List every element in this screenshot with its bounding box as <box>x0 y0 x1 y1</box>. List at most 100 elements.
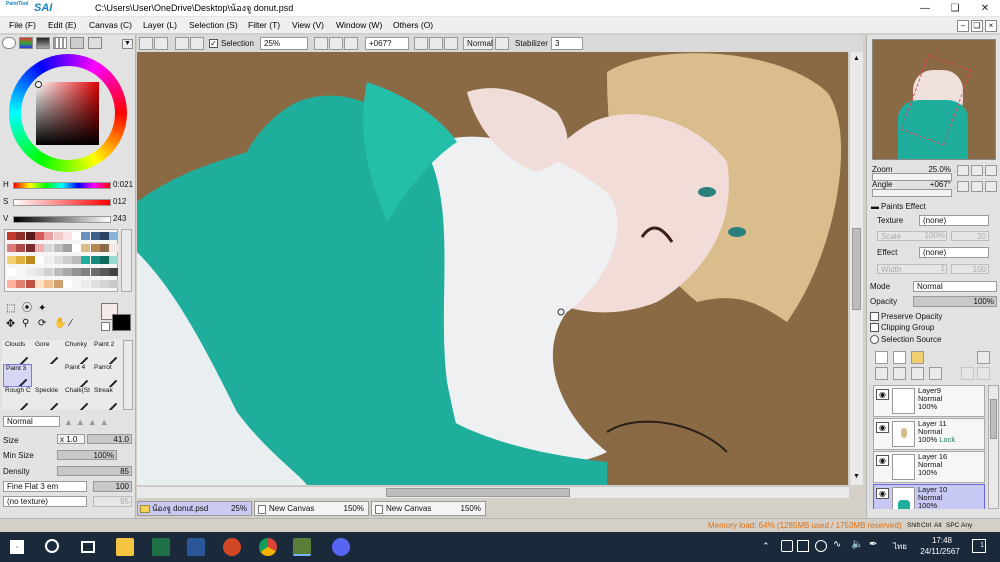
visibility-eye-icon[interactable]: ◉ <box>876 488 889 499</box>
menu-window[interactable]: Window (W) <box>336 19 382 32</box>
zoom-field[interactable]: 25% <box>260 37 308 50</box>
color-swatch[interactable] <box>25 268 35 276</box>
tray-app-icon[interactable] <box>781 540 793 552</box>
flip-icon[interactable] <box>495 37 509 50</box>
color-swatch[interactable] <box>109 268 119 276</box>
merge-down-icon[interactable] <box>893 367 906 380</box>
close-icon[interactable]: ✕ <box>970 0 1000 17</box>
delete-mask-icon[interactable] <box>977 367 990 380</box>
color-swatch[interactable] <box>62 280 72 288</box>
visibility-eye-icon[interactable]: ◉ <box>876 422 889 433</box>
color-panel-menu-icon[interactable]: ▼ <box>122 39 133 49</box>
excel-icon[interactable] <box>152 538 170 556</box>
color-swatch[interactable] <box>53 244 63 252</box>
blend-mode-select[interactable]: Normal <box>3 416 60 427</box>
selection-source-radio[interactable] <box>870 335 879 344</box>
saturation-slider[interactable] <box>13 199 111 206</box>
task-view-icon[interactable] <box>81 541 95 553</box>
texture-select[interactable]: (none) <box>919 215 989 226</box>
color-swatch[interactable] <box>90 256 100 264</box>
hsv-slider-tab-icon[interactable] <box>36 37 50 49</box>
background-color[interactable] <box>112 314 131 331</box>
powerpoint-icon[interactable] <box>223 538 241 556</box>
painttool-sai-icon[interactable] <box>293 538 311 556</box>
preserve-opacity-checkbox[interactable] <box>870 312 879 321</box>
clock-date[interactable]: 24/11/2567 <box>917 547 963 557</box>
layer-panel-menu-icon[interactable] <box>977 351 990 364</box>
rotate-tool-icon[interactable]: ⟳ <box>38 319 46 329</box>
color-swatch[interactable] <box>81 256 91 264</box>
color-swatch[interactable] <box>90 232 100 240</box>
zoom-tool-icon[interactable]: ⚲ <box>22 319 29 329</box>
color-swatch[interactable] <box>7 280 16 288</box>
layer-mode-select[interactable]: Normal <box>913 281 997 292</box>
color-swatch[interactable] <box>34 244 44 252</box>
color-swatch[interactable] <box>7 268 16 276</box>
redo-icon[interactable] <box>154 37 168 50</box>
swatch-grid[interactable] <box>4 229 119 292</box>
angle-field[interactable]: +067? <box>365 37 409 50</box>
saturation-value-square[interactable] <box>36 82 99 145</box>
color-swatch[interactable] <box>44 244 54 252</box>
selection-checkbox[interactable]: ✓ <box>209 39 218 48</box>
brush-shape-strength[interactable]: 100 <box>93 481 132 492</box>
color-swatch[interactable] <box>72 244 82 252</box>
layer-opacity-slider[interactable]: 100% <box>913 296 997 307</box>
file-tab[interactable]: New Canvas 150% <box>254 501 369 516</box>
color-swatch[interactable] <box>44 280 54 288</box>
color-swatch[interactable] <box>109 256 119 264</box>
zoom-reset-icon[interactable] <box>344 37 358 50</box>
file-tab-active[interactable]: น้องจู donut.psd 25% <box>137 501 252 516</box>
color-swatch[interactable] <box>90 280 100 288</box>
nav-rotate-right-icon[interactable] <box>971 181 983 192</box>
menu-view[interactable]: View (V) <box>292 19 324 32</box>
brush-slot[interactable]: Chunky <box>63 341 92 364</box>
color-wheel-tab-icon[interactable] <box>2 37 16 49</box>
discord-icon[interactable] <box>332 538 350 556</box>
navigator-preview[interactable] <box>872 39 996 160</box>
stabilizer-select[interactable]: 3 <box>551 37 583 50</box>
color-swatch[interactable] <box>81 232 91 240</box>
nav-angle-slider[interactable] <box>872 189 952 197</box>
file-tab[interactable]: New Canvas 150% <box>371 501 486 516</box>
color-swatch[interactable] <box>100 268 109 276</box>
color-swatch[interactable] <box>34 232 44 240</box>
color-swatch[interactable] <box>109 244 119 252</box>
size-slider[interactable]: 41.0 <box>87 434 132 444</box>
color-swatch[interactable] <box>7 244 16 252</box>
swatch-scrollbar[interactable] <box>121 229 132 292</box>
brush-texture-strength[interactable]: 95 <box>93 496 132 507</box>
brush-slot[interactable]: Speckle <box>33 387 62 410</box>
min-size-slider[interactable]: 100% <box>57 450 117 460</box>
menu-others[interactable]: Others (O) <box>393 19 433 32</box>
color-swatch[interactable] <box>25 256 35 264</box>
mdi-restore-icon[interactable]: ❏ <box>971 20 983 32</box>
color-swatch[interactable] <box>16 268 26 276</box>
brush-shape-select[interactable]: Fine Flat 3 em <box>3 481 87 492</box>
visibility-eye-icon[interactable]: ◉ <box>876 389 889 400</box>
color-swatch[interactable] <box>90 244 100 252</box>
effect-select[interactable]: (none) <box>919 247 989 258</box>
color-swatch[interactable] <box>62 256 72 264</box>
file-explorer-icon[interactable] <box>116 538 134 556</box>
color-swatch[interactable] <box>16 280 26 288</box>
nav-zoom-in-icon[interactable] <box>971 165 983 176</box>
input-language[interactable]: ไทย <box>893 542 907 552</box>
brush-slot[interactable]: Paint 2 <box>92 341 121 364</box>
menu-layer[interactable]: Layer (L) <box>143 19 177 32</box>
new-linework-layer-icon[interactable] <box>893 351 906 364</box>
move-icon[interactable]: ✥ <box>6 319 15 330</box>
wifi-icon[interactable]: ∿ <box>833 539 841 550</box>
horizontal-scrollbar[interactable] <box>137 486 849 498</box>
brush-tip-shapes[interactable]: ▲▲▲▲ <box>64 417 132 427</box>
zoom-out-icon[interactable] <box>314 37 328 50</box>
menu-file[interactable]: File (F) <box>9 19 36 32</box>
nav-rotate-reset-icon[interactable] <box>985 181 997 192</box>
color-swatch[interactable] <box>34 268 44 276</box>
pen-icon[interactable]: ✒ <box>869 539 877 550</box>
nav-zoom-out-icon[interactable] <box>957 165 969 176</box>
color-swatch[interactable] <box>62 232 72 240</box>
horizontal-scroll-thumb[interactable] <box>386 488 570 497</box>
brush-slot[interactable]: Clouds <box>3 341 32 364</box>
zoom-in-icon[interactable] <box>329 37 343 50</box>
